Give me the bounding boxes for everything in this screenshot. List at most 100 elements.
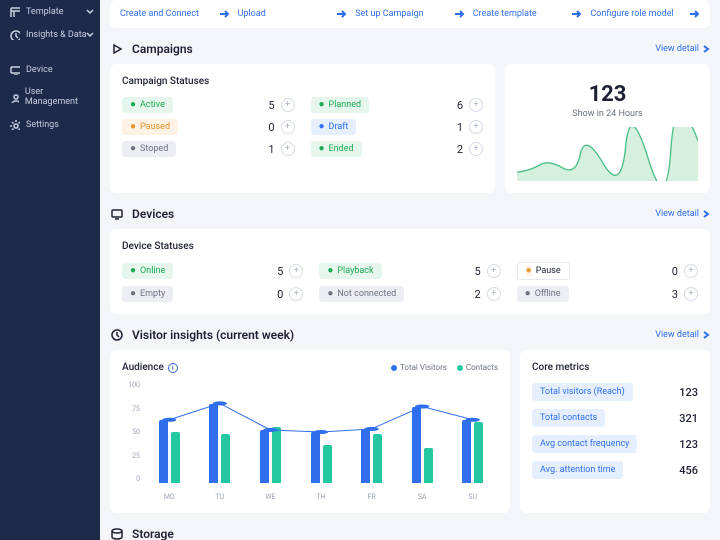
status-count: 1+ xyxy=(268,142,294,156)
sidebar-item-label: Settings xyxy=(26,120,59,130)
metric-subtitle: Show in 24 Hours xyxy=(572,109,642,119)
sidebar-item-label: Device xyxy=(26,65,53,75)
status-count: 2+ xyxy=(457,142,483,156)
view-detail-link[interactable]: View detail xyxy=(655,44,710,54)
sidebar-item-template[interactable]: Template xyxy=(0,0,100,23)
arrow-right-icon xyxy=(570,8,582,20)
status-count: 0+ xyxy=(277,287,303,301)
status-badge: ●Empty xyxy=(122,286,173,302)
add-button[interactable]: + xyxy=(289,264,303,278)
qa-upload[interactable]: Upload xyxy=(238,8,348,20)
sidebar-item-insights[interactable]: Insights & Data xyxy=(0,23,100,46)
status-count: 3+ xyxy=(672,287,698,301)
status-count: 5+ xyxy=(277,264,303,278)
status-row: ●Planned 6+ xyxy=(311,97,484,113)
status-badge: ●Paused xyxy=(122,119,178,135)
status-count: 2+ xyxy=(474,287,500,301)
device-statuses-card: Device Statuses ●Online 5+ ●Playback 5+ … xyxy=(110,229,710,314)
sidebar-item-device[interactable]: Device xyxy=(0,58,100,81)
gear-icon xyxy=(9,119,20,130)
chart-title: Audiencei xyxy=(122,362,178,373)
metric-value: 456 xyxy=(679,464,698,477)
status-badge: ●Draft xyxy=(311,119,357,135)
metric-row: Avg. attention time 456 xyxy=(532,461,698,479)
status-badge: ●Not connected xyxy=(319,286,404,302)
metric-value: 123 xyxy=(679,386,698,399)
audience-chart-card: Audiencei Total Visitors Contacts 100755… xyxy=(110,350,510,513)
clock-icon xyxy=(110,328,124,342)
arrow-right-icon xyxy=(688,8,700,20)
sidebar-item-label: Template xyxy=(26,7,63,17)
sidebar-item-user-management[interactable]: User Management xyxy=(0,81,100,113)
monitor-icon xyxy=(110,207,124,221)
status-count: 0+ xyxy=(672,264,698,278)
status-row: ●Draft 1+ xyxy=(311,119,484,135)
metric-value: 123 xyxy=(679,438,698,451)
chart-legend: Total Visitors Contacts xyxy=(391,363,498,372)
status-count: 5+ xyxy=(474,264,500,278)
add-button[interactable]: + xyxy=(281,120,295,134)
storage-icon xyxy=(110,527,124,540)
status-badge: ●Playback xyxy=(319,263,381,279)
main-content: Create and Connect Upload Set up Campaig… xyxy=(100,0,720,540)
status-count: 1+ xyxy=(457,120,483,134)
card-title: Core metrics xyxy=(532,362,698,373)
qa-setup-campaign[interactable]: Set up Campaign xyxy=(355,8,465,20)
status-row: ●Empty 0+ xyxy=(122,286,303,302)
card-title: Campaign Statuses xyxy=(122,76,483,87)
sidebar-item-settings[interactable]: Settings xyxy=(0,113,100,136)
chevron-right-icon xyxy=(702,45,710,53)
add-button[interactable]: + xyxy=(684,287,698,301)
add-button[interactable]: + xyxy=(487,264,501,278)
arrow-right-icon xyxy=(453,8,465,20)
section-title: Visitor insights (current week) xyxy=(132,328,294,342)
arrow-right-icon xyxy=(335,8,347,20)
status-row: ●Stoped 1+ xyxy=(122,141,295,157)
add-button[interactable]: + xyxy=(469,120,483,134)
status-badge: ●Ended xyxy=(311,141,362,157)
view-detail-link[interactable]: View detail xyxy=(655,330,710,340)
card-title: Device Statuses xyxy=(122,241,698,252)
add-button[interactable]: + xyxy=(469,142,483,156)
chevron-right-icon xyxy=(702,331,710,339)
add-button[interactable]: + xyxy=(487,287,501,301)
chevron-down-icon xyxy=(86,8,94,16)
add-button[interactable]: + xyxy=(281,98,295,112)
metric-value: 321 xyxy=(679,412,698,425)
section-title: Storage xyxy=(132,527,174,540)
qa-create-connect[interactable]: Create and Connect xyxy=(120,8,230,20)
campaign-statuses-card: Campaign Statuses ●Active 5+ ●Planned 6+… xyxy=(110,64,495,193)
sidebar-item-label: User Management xyxy=(25,87,91,107)
audience-chart: 1007550250 MOTUWETHFRSASU xyxy=(122,381,498,501)
sidebar: Template Insights & Data Device User Man… xyxy=(0,0,100,540)
chevron-right-icon xyxy=(702,210,710,218)
status-count: 0+ xyxy=(268,120,294,134)
status-row: ●Active 5+ xyxy=(122,97,295,113)
qa-create-template[interactable]: Create template xyxy=(473,8,583,20)
add-button[interactable]: + xyxy=(281,142,295,156)
campaigns-header: Campaigns View detail xyxy=(110,42,710,56)
add-button[interactable]: + xyxy=(289,287,303,301)
sparkline-chart xyxy=(517,127,698,181)
campaign-metric-card: 123 Show in 24 Hours xyxy=(505,64,710,193)
status-badge: ●Online xyxy=(122,263,173,279)
quick-actions-card: Create and Connect Upload Set up Campaig… xyxy=(110,0,710,28)
info-icon[interactable]: i xyxy=(168,363,178,373)
status-badge: ●Planned xyxy=(311,97,370,113)
qa-configure-role[interactable]: Configure role model xyxy=(590,8,700,20)
add-button[interactable]: + xyxy=(684,264,698,278)
visitor-insights-header: Visitor insights (current week) View det… xyxy=(110,328,710,342)
status-row: ●Pause 0+ xyxy=(517,262,698,280)
metric-label: Total contacts xyxy=(532,409,605,427)
status-count: 5+ xyxy=(268,98,294,112)
sidebar-item-label: Insights & Data xyxy=(26,30,87,40)
play-icon xyxy=(110,42,124,56)
view-detail-link[interactable]: View detail xyxy=(655,209,710,219)
section-title: Campaigns xyxy=(132,42,193,56)
status-count: 6+ xyxy=(457,98,483,112)
insights-icon xyxy=(9,29,20,40)
add-button[interactable]: + xyxy=(469,98,483,112)
status-badge: ●Active xyxy=(122,97,173,113)
status-row: ●Ended 2+ xyxy=(311,141,484,157)
metric-label: Total visitors (Reach) xyxy=(532,383,633,401)
